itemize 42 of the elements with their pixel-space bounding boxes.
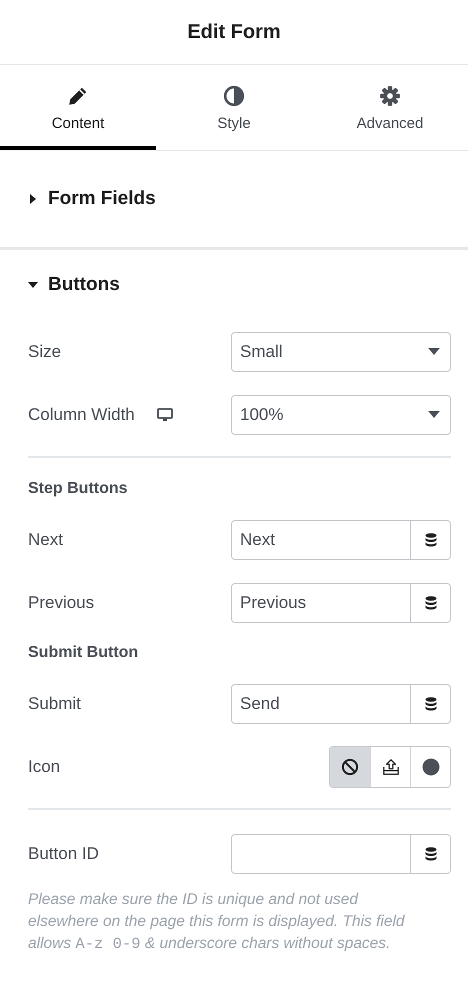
upload-icon	[382, 758, 400, 776]
dynamic-tags-button[interactable]	[411, 834, 451, 874]
caret-down-icon	[428, 348, 440, 355]
icon-option[interactable]	[410, 746, 450, 786]
control-label: Size	[28, 342, 62, 362]
dynamic-tags-button[interactable]	[411, 520, 451, 560]
desktop-icon[interactable]	[156, 408, 173, 422]
control-label: Previous	[28, 592, 94, 612]
tab[interactable]: Content	[0, 65, 156, 150]
tab[interactable]: Advanced	[312, 65, 468, 150]
input-field[interactable]: Next	[231, 520, 411, 560]
contrast-icon	[223, 85, 245, 107]
help-text: Please make sure the ID is unique and not used elsewhere on the page this form is displayed. This field allows A-z 0-9 & underscore chars without spaces.	[28, 890, 406, 955]
pencil-icon	[67, 85, 89, 107]
database-icon	[424, 532, 436, 546]
section-toggle[interactable]: Buttons	[0, 250, 468, 320]
dynamic-tags-button[interactable]	[411, 684, 451, 724]
group-heading: Submit Button	[28, 643, 140, 663]
circle-icon	[422, 758, 440, 776]
dynamic-tags-button[interactable]	[411, 582, 451, 622]
group-heading: Step Buttons	[28, 479, 129, 499]
caret-right-icon	[28, 194, 38, 204]
input-field[interactable]: Send	[231, 684, 411, 724]
control-label: Next	[28, 530, 63, 550]
control-label: Column Width	[28, 404, 135, 424]
caret-down-icon	[428, 411, 440, 418]
select-field[interactable]: 100%	[231, 394, 451, 434]
tab[interactable]: Style	[156, 65, 312, 150]
panel-title: Edit Form	[187, 20, 281, 44]
database-icon	[424, 696, 436, 710]
control-label: Submit	[28, 694, 81, 714]
no-entry-icon	[341, 758, 359, 776]
input-field[interactable]: Previous	[231, 582, 411, 622]
database-icon	[424, 596, 436, 610]
control-label: Icon	[28, 756, 60, 776]
input-field[interactable]	[231, 834, 411, 874]
control-label: Button ID	[28, 844, 99, 864]
database-icon	[424, 846, 436, 860]
select-field[interactable]: Small	[231, 332, 451, 372]
icon-option[interactable]	[330, 746, 370, 786]
section-toggle[interactable]: Form Fields	[0, 151, 468, 247]
caret-down-icon	[28, 280, 38, 290]
